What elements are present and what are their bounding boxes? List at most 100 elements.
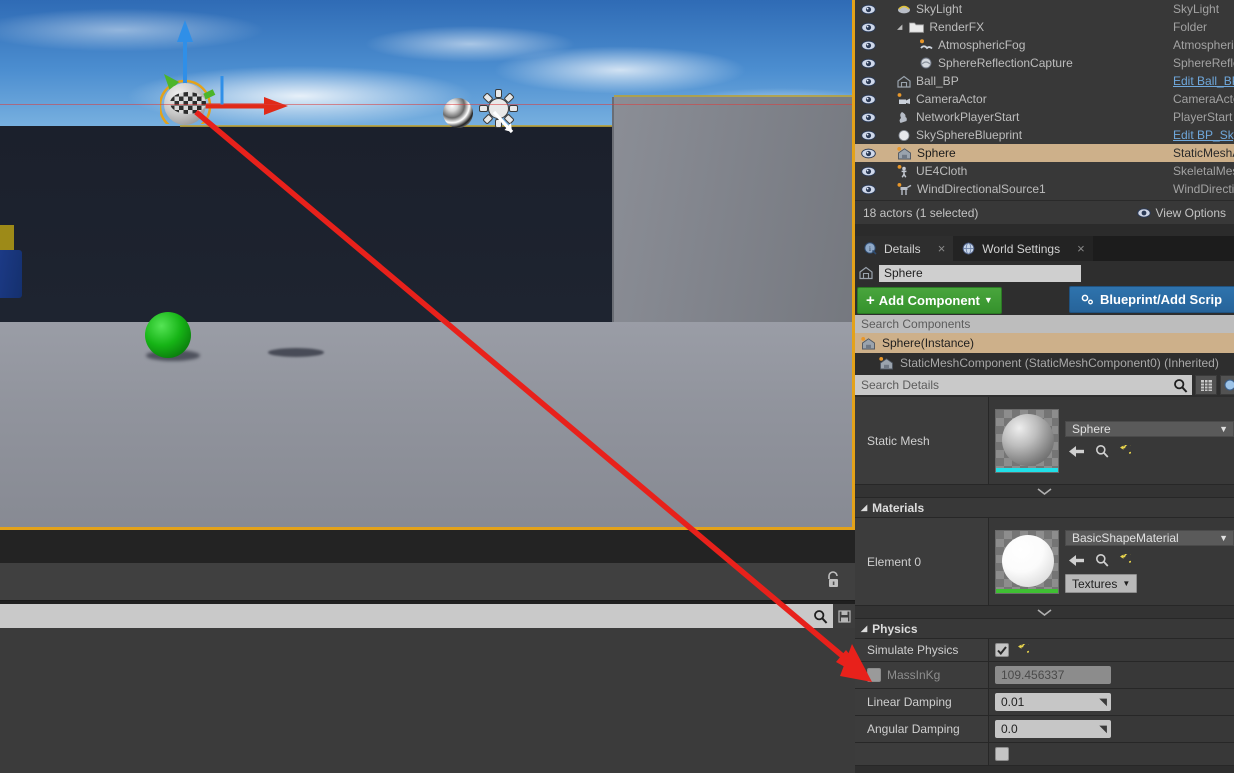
physics-rows[interactable]: Simulate Physics MassInKg 109.456337 Linear… [855, 639, 1234, 743]
outliner-row-skylight[interactable]: SkyLight SkyLight [855, 0, 1234, 18]
materials-expander[interactable] [855, 606, 1234, 619]
use-selected-icon[interactable] [1069, 554, 1085, 567]
visibility-eye-icon[interactable] [855, 4, 881, 15]
details-button-row[interactable]: + Add Component ▼ Blueprint/Add Scrip [855, 285, 1234, 315]
static-mesh-thumbnail[interactable] [995, 408, 1059, 473]
component-tree-item-0[interactable]: Sphere(Instance) [855, 333, 1234, 353]
green-sphere-actor[interactable] [145, 312, 191, 358]
visibility-eye-icon[interactable] [855, 76, 881, 87]
physics-row-simulate-physics[interactable]: Simulate Physics [855, 639, 1234, 662]
visibility-eye-icon[interactable] [855, 184, 881, 195]
level-viewport[interactable] [0, 0, 855, 530]
drag-handle-icon[interactable]: ◥ [1099, 697, 1107, 708]
checkbox[interactable] [995, 747, 1009, 761]
reflection-capture-gizmo[interactable] [443, 98, 473, 128]
numeric-field[interactable]: 0.0 ◥ [995, 720, 1111, 738]
asset-search-row[interactable] [0, 604, 855, 628]
material-asset-combo[interactable]: BasicShapeMaterial ▼ [1065, 530, 1234, 546]
search-icon[interactable] [807, 604, 833, 628]
visibility-eye-icon[interactable] [855, 112, 881, 123]
materials-section-header[interactable]: ◢ Materials [855, 498, 1234, 518]
visibility-eye-icon[interactable] [855, 22, 881, 33]
physics-partial-value[interactable] [989, 743, 1234, 765]
static-mesh-expander[interactable] [855, 485, 1234, 498]
physics-row-partial[interactable] [855, 743, 1234, 766]
material-asset-buttons[interactable] [1065, 551, 1234, 569]
static-mesh-value[interactable]: Sphere ▼ [989, 397, 1234, 484]
actor-name-field[interactable] [879, 264, 1081, 282]
drag-handle-icon[interactable]: ◥ [1099, 724, 1107, 735]
add-component-button[interactable]: + Add Component ▼ [857, 286, 1002, 314]
display-options-button[interactable] [1195, 375, 1217, 395]
details-search-row[interactable]: Search Details [855, 373, 1234, 397]
simulate-physics-checkbox[interactable] [995, 643, 1009, 657]
visibility-eye-icon[interactable] [855, 148, 881, 159]
triangle-down-icon[interactable]: ◢ [897, 23, 902, 31]
reset-icon[interactable] [1119, 445, 1131, 457]
tab-world-settings-close[interactable]: × [1077, 241, 1085, 256]
wall-back [0, 126, 612, 323]
outliner-row-skysphereblueprint[interactable]: SkySphereBlueprint Edit BP_Sky_Sphe [855, 126, 1234, 144]
outliner-row-winddirectionalsource1[interactable]: WindDirectionalSource1 WindDirectionalSo [855, 180, 1234, 198]
outliner-row-ue4cloth[interactable]: UE4Cloth SkeletalMeshActor [855, 162, 1234, 180]
checkbox[interactable] [867, 668, 881, 682]
static-mesh-row[interactable]: Static Mesh Sphere ▼ [855, 397, 1234, 485]
world-outliner[interactable]: SkyLight SkyLight ◢ RenderFX Folder Atmospher… [855, 0, 1234, 224]
directional-light-gizmo[interactable] [478, 88, 520, 136]
physics-value[interactable]: 0.01 ◥ [989, 689, 1234, 715]
details-tabbar[interactable]: i Details × World Settings × [855, 236, 1234, 261]
details-panel[interactable]: + Add Component ▼ Blueprint/Add Scrip Se… [855, 261, 1234, 773]
visibility-eye-icon[interactable] [855, 40, 881, 51]
blueprint-add-script-button[interactable]: Blueprint/Add Scrip [1069, 286, 1234, 313]
search-components-input[interactable]: Search Components [855, 315, 1234, 333]
physics-row-massinkg[interactable]: MassInKg 109.456337 [855, 662, 1234, 689]
filter-button[interactable] [1220, 375, 1234, 395]
view-options-button[interactable]: View Options [1136, 206, 1226, 220]
material-element-row[interactable]: Element 0 BasicShapeMaterial ▼ Textures … [855, 518, 1234, 606]
tab-world-settings[interactable]: World Settings × [953, 236, 1093, 261]
visibility-eye-icon[interactable] [855, 166, 881, 177]
viewport-scene[interactable] [0, 0, 855, 527]
reset-icon[interactable] [1119, 554, 1131, 566]
outliner-row-type[interactable]: Edit BP_Sky_Sphe [1173, 126, 1234, 144]
outliner-rows[interactable]: SkyLight SkyLight ◢ RenderFX Folder Atmospher… [855, 0, 1234, 198]
physics-section-header[interactable]: ◢ Physics [855, 619, 1234, 639]
static-mesh-asset-combo[interactable]: Sphere ▼ [1065, 421, 1234, 437]
visibility-eye-icon[interactable] [855, 58, 881, 69]
outliner-row-sphere[interactable]: Sphere StaticMeshActor [855, 144, 1234, 162]
save-icon[interactable] [833, 604, 855, 628]
physics-value[interactable]: 109.456337 [989, 662, 1234, 688]
browse-icon[interactable] [1095, 553, 1109, 567]
static-mesh-asset-buttons[interactable] [1065, 442, 1234, 460]
physics-value[interactable]: 0.0 ◥ [989, 716, 1234, 742]
physics-row-angular-damping[interactable]: Angular Damping 0.0 ◥ [855, 716, 1234, 743]
browse-icon[interactable] [1095, 444, 1109, 458]
tab-details-close[interactable]: × [938, 241, 946, 256]
asset-search-input[interactable] [0, 604, 807, 628]
material-thumbnail[interactable] [995, 529, 1059, 594]
actor-name-row[interactable] [855, 261, 1234, 285]
numeric-field[interactable]: 0.01 ◥ [995, 693, 1111, 711]
tab-details[interactable]: i Details × [855, 236, 954, 261]
outliner-row-atmosphericfog[interactable]: AtmosphericFog AtmosphericFog [855, 36, 1234, 54]
outliner-row-cameraactor[interactable]: CameraActor CameraActor [855, 90, 1234, 108]
textures-button[interactable]: Textures ▼ [1065, 574, 1138, 593]
visibility-eye-icon[interactable] [855, 94, 881, 105]
component-tree-item-1[interactable]: StaticMeshComponent (StaticMeshComponent… [855, 353, 1234, 373]
content-browser-toolbar[interactable] [0, 563, 855, 601]
use-selected-icon[interactable] [1069, 445, 1085, 458]
outliner-row-renderfx[interactable]: ◢ RenderFX Folder [855, 18, 1234, 36]
lock-icon[interactable] [825, 570, 841, 593]
reset-icon[interactable] [1017, 644, 1029, 656]
visibility-eye-icon[interactable] [855, 130, 881, 141]
outliner-row-networkplayerstart[interactable]: NetworkPlayerStart PlayerStart [855, 108, 1234, 126]
outliner-row-ball_bp[interactable]: Ball_BP Edit Ball_BP [855, 72, 1234, 90]
search-details-input[interactable]: Search Details [855, 375, 1192, 395]
material-element-value[interactable]: BasicShapeMaterial ▼ Textures ▼ [989, 518, 1234, 605]
physics-row-linear-damping[interactable]: Linear Damping 0.01 ◥ [855, 689, 1234, 716]
outliner-row-spherereflectioncapture[interactable]: SphereReflectionCapture SphereReflectionC… [855, 54, 1234, 72]
content-browser-body[interactable] [0, 628, 855, 773]
component-tree[interactable]: Sphere(Instance) StaticMeshComponent (Sta… [855, 333, 1234, 373]
physics-value[interactable] [989, 639, 1234, 661]
outliner-row-type[interactable]: Edit Ball_BP [1173, 72, 1234, 90]
